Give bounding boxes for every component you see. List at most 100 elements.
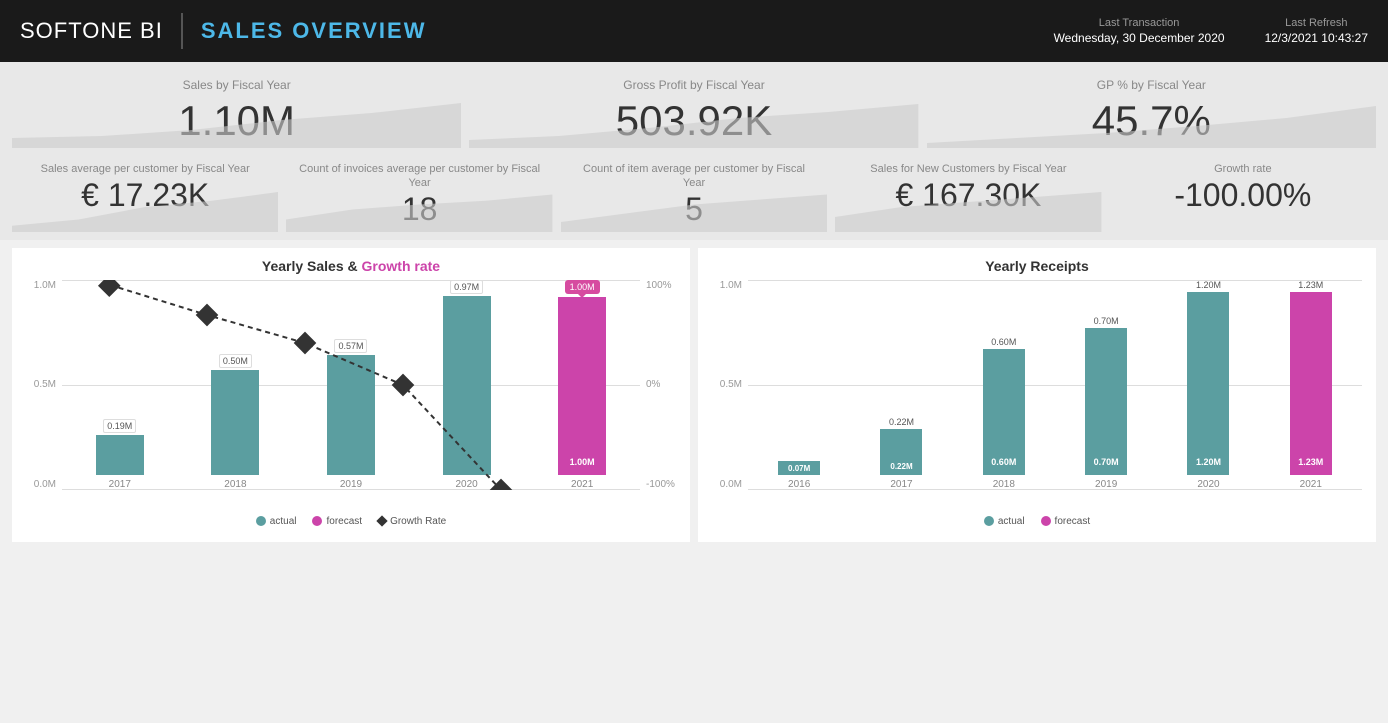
last-refresh-label: Last Refresh [1265,17,1368,29]
bar-receipts-inner-2018: 0.60M [991,457,1016,467]
kpi-avg-customer: Sales average per customer by Fiscal Yea… [12,156,278,232]
bar-receipts-label-2021: 1.23M [1298,280,1323,290]
legend-forecast-label: forecast [326,516,362,527]
legend-actual-label: actual [270,516,297,527]
kpi-sales-fiscal: Sales by Fiscal Year 1.10M [12,70,461,148]
sparkline-avg-cust [12,182,278,232]
last-refresh-block: Last Refresh 12/3/2021 10:43:27 [1265,17,1368,45]
legend-forecast: forecast [312,516,362,527]
bar-forecast-2021: 1.00M [558,297,606,475]
bar-label-2019: 0.57M [334,339,367,353]
sparkline-gp-pct [927,98,1376,148]
bar-tooltip-2021: 1.00M [565,280,600,294]
bar-receipts-forecast-2021: 1.23M [1290,292,1332,475]
header-meta: Last Transaction Wednesday, 30 December … [1054,17,1368,45]
kpi-gross-profit-label: Gross Profit by Fiscal Year [485,78,902,94]
bar-receipts-year-2019: 2019 [1095,479,1117,490]
kpi-avg-customer-label: Sales average per customer by Fiscal Yea… [24,162,266,176]
bar-receipts-actual-2020: 1.20M [1187,292,1229,475]
bar-receipts-inner-2021: 1.23M [1298,457,1323,467]
bar-receipts-actual-2018: 0.60M [983,349,1025,475]
kpi-growth-rate-label: Growth rate [1122,162,1364,176]
legend-actual-dot [256,516,266,526]
bar-receipts-actual-2017: 0.22M [880,429,922,475]
kpi-gp-percent: GP % by Fiscal Year 45.7% [927,70,1376,148]
receipts-legend-forecast-label: forecast [1055,516,1091,527]
bar-receipts-inner-2016: 0.07M [788,464,810,473]
last-transaction-value: Wednesday, 30 December 2020 [1054,31,1225,45]
kpi-gp-percent-label: GP % by Fiscal Year [943,78,1360,94]
receipts-legend-forecast: forecast [1041,516,1091,527]
bar-receipts-label-2017: 0.22M [889,417,914,427]
bar-2021: 1.00M 1.00M 2021 [558,280,606,490]
last-transaction-label: Last Transaction [1054,17,1225,29]
bar-receipts-2016: 0.07M 2016 [778,280,820,490]
bar-label-2017: 0.19M [103,419,136,433]
bar-actual-2018 [211,370,259,475]
bar-actual-2019 [327,355,375,475]
kpi-new-customers: Sales for New Customers by Fiscal Year €… [835,156,1101,232]
yearly-receipts-panel: Yearly Receipts 1.0M 0.5M 0.0M 0.07M [698,248,1376,542]
bar-receipts-2020: 1.20M 1.20M 2020 [1187,280,1229,490]
page-title: SALES OVERVIEW [201,18,427,44]
legend-growth-label: Growth Rate [390,516,446,527]
bar-receipts-inner-2019: 0.70M [1094,457,1119,467]
diamond-2019 [294,331,317,354]
bar-actual-2020 [443,296,491,475]
bar-year-2017: 2017 [109,479,131,490]
bar-2017: 0.19M 2017 [96,280,144,490]
sparkline-item [561,182,827,232]
bar-year-2020: 2020 [455,479,477,490]
last-transaction-block: Last Transaction Wednesday, 30 December … [1054,17,1225,45]
receipts-legend-actual-label: actual [998,516,1025,527]
kpi-gross-profit: Gross Profit by Fiscal Year 503.92K [469,70,918,148]
bar-year-2021: 2021 [571,479,593,490]
bar-2020: 0.97M 2020 [443,280,491,490]
bar-2018: 0.50M 2018 [211,280,259,490]
bar-receipts-2021: 1.23M 1.23M 2021 [1290,280,1332,490]
yearly-sales-title: Yearly Sales & Growth rate [26,258,676,274]
bar-receipts-2019: 0.70M 0.70M 2019 [1085,280,1127,490]
kpi-sales-fiscal-label: Sales by Fiscal Year [28,78,445,94]
legend-growth-diamond [376,515,387,526]
kpi-section: Sales by Fiscal Year 1.10M Gross Profit … [0,62,1388,240]
sales-yaxis-right: 100% 0% -100% [640,280,676,490]
header: SOFTONE BI SALES OVERVIEW Last Transacti… [0,0,1388,62]
bar-receipts-year-2017: 2017 [890,479,912,490]
bar-actual-2017 [96,435,144,475]
bar-year-2018: 2018 [224,479,246,490]
sparkline-new-cust [835,182,1101,232]
kpi-row-1: Sales by Fiscal Year 1.10M Gross Profit … [12,70,1376,148]
bar-receipts-year-2016: 2016 [788,479,810,490]
bar-receipts-2017: 0.22M 0.22M 2017 [880,280,922,490]
kpi-invoice-avg: Count of invoices average per customer b… [286,156,552,232]
kpi-new-customers-label: Sales for New Customers by Fiscal Year [847,162,1089,176]
bar-receipts-label-2018: 0.60M [991,337,1016,347]
brand-name: SOFTONE BI [20,18,163,44]
last-refresh-value: 12/3/2021 10:43:27 [1265,31,1368,45]
bar-label-2020: 0.97M [450,280,483,294]
receipts-legend-forecast-dot [1041,516,1051,526]
bar-receipts-inner-2020: 1.20M [1196,457,1221,467]
bar-receipts-year-2018: 2018 [993,479,1015,490]
bar-inner-label-2021: 1.00M [570,457,595,467]
sales-yaxis-left: 1.0M 0.5M 0.0M [26,280,62,490]
bar-receipts-year-2021: 2021 [1300,479,1322,490]
bar-receipts-inner-2017: 0.22M [890,462,912,471]
sparkline-invoice [286,182,552,232]
sparkline-sales [12,98,461,148]
kpi-item-avg: Count of item average per customer by Fi… [561,156,827,232]
bar-receipts-year-2020: 2020 [1197,479,1219,490]
bar-year-2019: 2019 [340,479,362,490]
bar-receipts-label-2020: 1.20M [1196,280,1221,290]
header-divider [181,13,183,49]
yearly-sales-panel: Yearly Sales & Growth rate 1.0M 0.5M 0.0… [12,248,690,542]
sales-legend: actual forecast Growth Rate [26,516,676,527]
charts-section: Yearly Sales & Growth rate 1.0M 0.5M 0.0… [0,240,1388,550]
bar-receipts-label-2019: 0.70M [1094,316,1119,326]
receipts-yaxis-left: 1.0M 0.5M 0.0M [712,280,748,490]
yearly-receipts-title: Yearly Receipts [712,258,1362,274]
kpi-row-2: Sales average per customer by Fiscal Yea… [12,156,1376,232]
bar-receipts-2018: 0.60M 0.60M 2018 [983,280,1025,490]
kpi-growth-rate: Growth rate -100.00% [1110,156,1376,232]
